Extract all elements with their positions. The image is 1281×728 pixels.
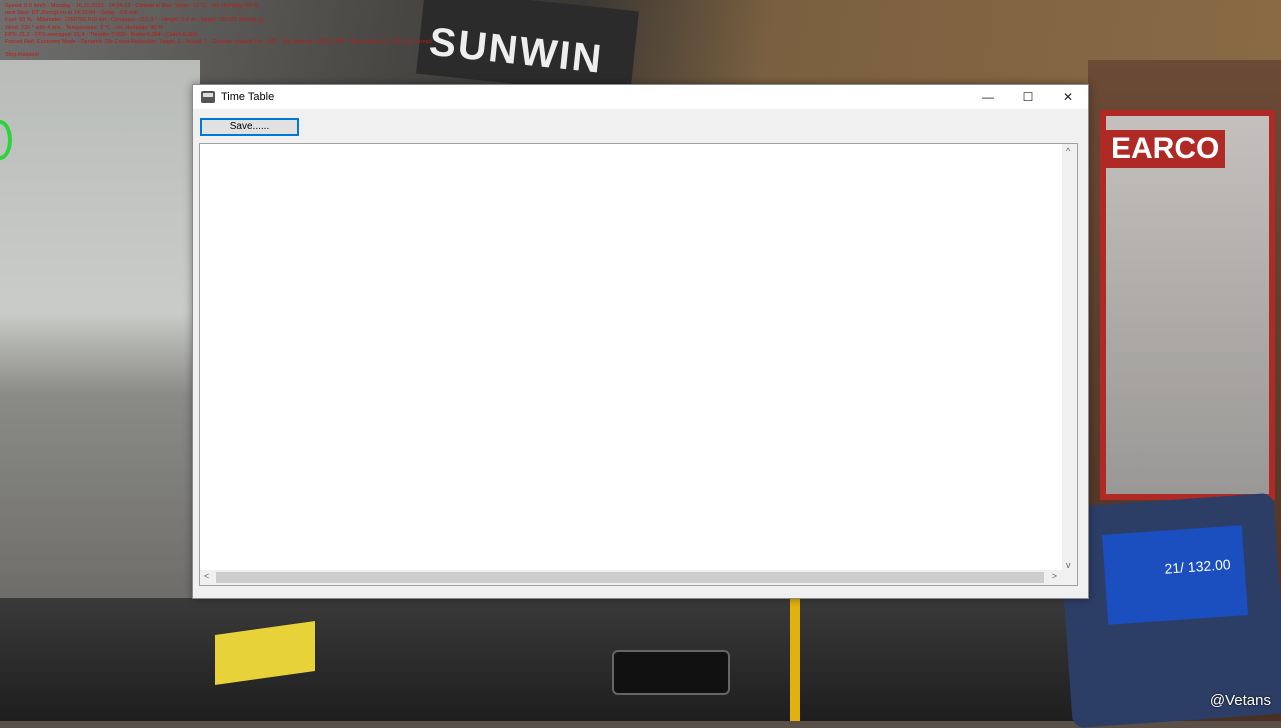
advertisement-text: EARCO xyxy=(1105,130,1226,168)
maximize-button[interactable]: ☐ xyxy=(1008,85,1048,109)
horizontal-scrollbar[interactable]: < > xyxy=(200,570,1077,585)
log-textbox[interactable]: ========================================… xyxy=(199,143,1078,586)
scroll-right-icon[interactable]: > xyxy=(1052,571,1057,581)
street-scene xyxy=(0,60,200,620)
scroll-down-icon[interactable]: v xyxy=(1066,560,1071,570)
debug-line: Wind: 230 ° with 4 m/s - Temperature: 9 … xyxy=(5,24,163,31)
fare-terminal-screen: 21/ 132.00 xyxy=(1102,525,1248,625)
scroll-left-icon[interactable]: < xyxy=(204,571,209,581)
watermark: @Vetans xyxy=(1209,692,1271,709)
debug-line: FPS: 21.2 - FPS averaged: 21.4 - Throttl… xyxy=(5,31,198,38)
close-button[interactable]: ✕ xyxy=(1048,85,1088,109)
debug-line: Fuel: 93 % - Milometer: 1250700.510 km -… xyxy=(5,17,265,24)
time-table-window: Time Table — ☐ ✕ Save...... ============… xyxy=(192,84,1089,599)
scrollbar-thumb[interactable] xyxy=(216,572,1044,583)
dashboard xyxy=(0,598,1088,721)
window-title: Time Table xyxy=(221,91,275,103)
minimize-button[interactable]: — xyxy=(968,85,1008,109)
advertisement xyxy=(1100,110,1275,500)
debug-line: Speed: 0.0 km/h - Monday - 16.10.2023 - … xyxy=(5,3,259,9)
handrail xyxy=(790,598,880,721)
debug-line: next Stop: DT ZhongLou at 14:10:04 - Del… xyxy=(5,10,138,17)
scroll-up-icon[interactable]: ^ xyxy=(1066,146,1070,156)
app-icon xyxy=(201,91,215,103)
save-button[interactable]: Save...... xyxy=(200,118,299,136)
vertical-scrollbar[interactable]: ^ v xyxy=(1062,144,1077,572)
ticket-keypad xyxy=(612,650,730,695)
stop-request-text: Stop Request xyxy=(5,52,39,59)
debug-line: Forced Refl. Economy Mode - Dynamic Tile… xyxy=(5,39,432,46)
debug-overlay: Speed: 0.0 km/h - Monday - 16.10.2023 - … xyxy=(5,3,432,59)
title-bar[interactable]: Time Table — ☐ ✕ xyxy=(193,85,1088,109)
